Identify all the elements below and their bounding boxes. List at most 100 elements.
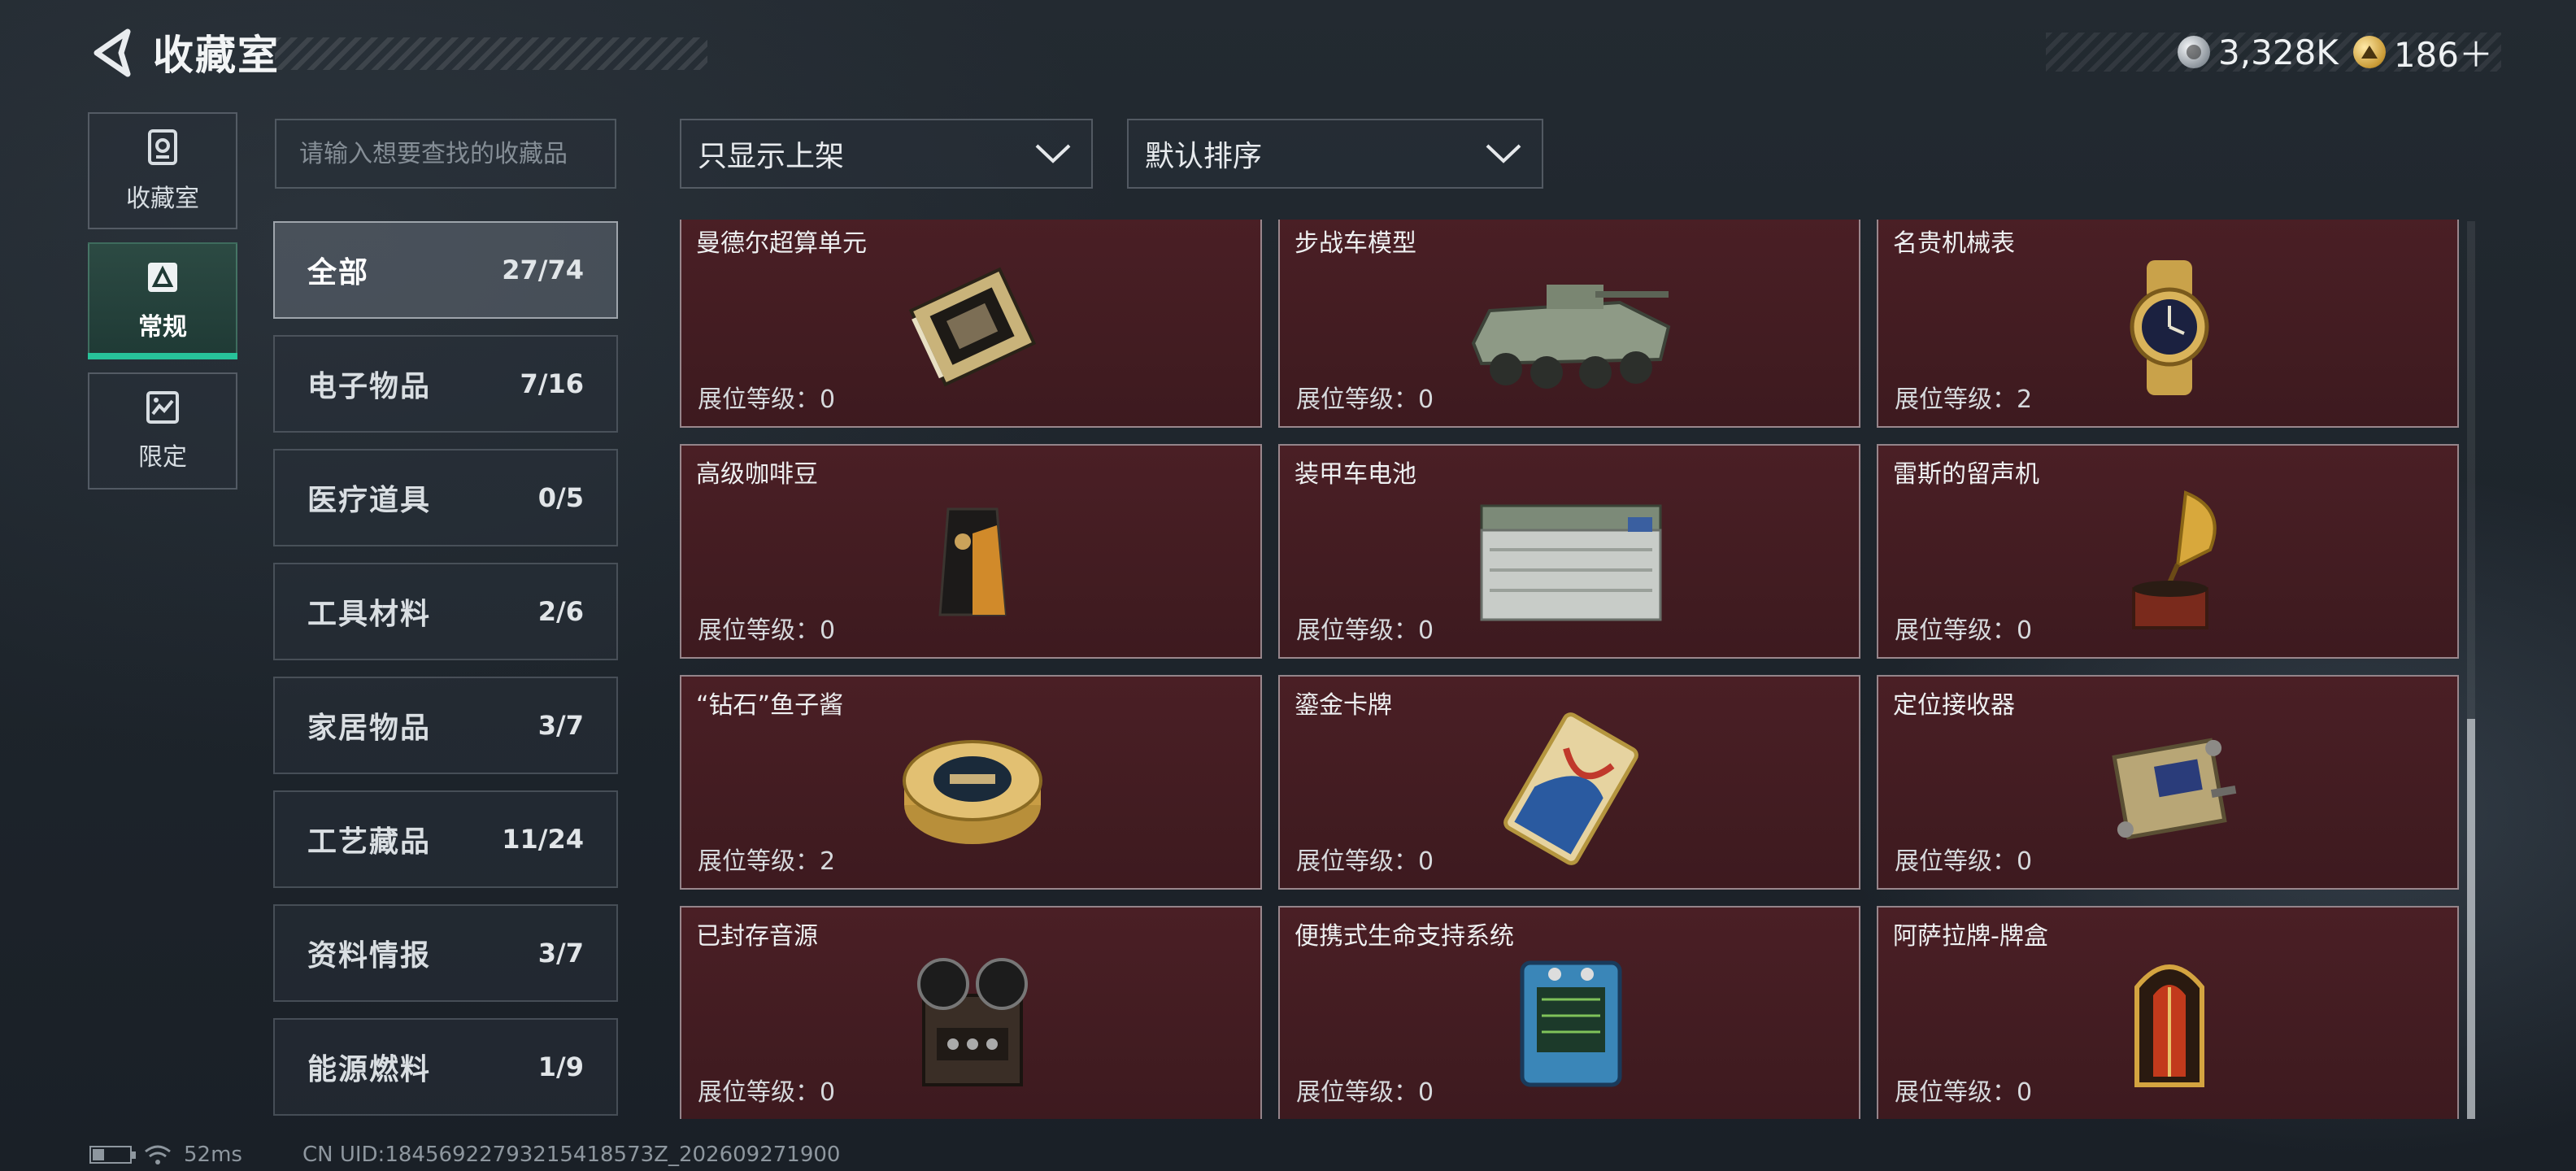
category-count: 0/5: [537, 482, 584, 513]
nav-collection[interactable]: 收藏室: [88, 112, 237, 229]
chevron-down-icon: [1035, 144, 1071, 163]
item-name: 鎏金卡牌: [1295, 691, 1392, 720]
page-header: 收藏室: [153, 24, 707, 80]
category-medical[interactable]: 医疗道具 0/5: [273, 449, 618, 546]
collection-card[interactable]: 高级咖啡豆 展位等级：0: [680, 444, 1262, 659]
collection-card[interactable]: 雷斯的留声机 展位等级：0: [1877, 444, 2459, 659]
grid-scrollbar[interactable]: [2467, 221, 2475, 1119]
category-name: 全部: [307, 256, 370, 289]
category-name: 工具材料: [307, 598, 432, 631]
category-name: 工艺藏品: [307, 825, 432, 859]
search-box[interactable]: [275, 119, 616, 189]
category-count: 27/74: [502, 255, 584, 285]
nav-regular[interactable]: 常规: [88, 242, 237, 359]
booth-level: 展位等级：0: [1296, 1078, 1434, 1107]
item-name: 步战车模型: [1295, 229, 1416, 258]
armored-vehicle-model-icon: [1457, 246, 1685, 408]
booth-level: 展位等级：0: [1895, 847, 2033, 876]
gold-coin-icon: [2352, 36, 2386, 68]
item-name: 装甲车电池: [1295, 460, 1416, 489]
category-crafts[interactable]: 工艺藏品 11/24: [273, 790, 618, 888]
vehicle-battery-icon: [1457, 477, 1685, 639]
category-name: 资料情报: [307, 939, 432, 973]
item-name: 雷斯的留声机: [1893, 460, 2039, 489]
collection-card[interactable]: 装甲车电池 展位等级：0: [1278, 444, 1860, 659]
booth-level: 展位等级：0: [698, 616, 836, 645]
item-name: “钻石”鱼子酱: [696, 691, 844, 720]
category-tools[interactable]: 工具材料 2/6: [273, 563, 618, 660]
shelf-filter-value: 只显示上架: [698, 140, 845, 173]
booth-level: 展位等级：0: [1296, 385, 1434, 414]
category-name: 能源燃料: [307, 1053, 432, 1086]
silver-currency[interactable]: 3,328K: [2178, 33, 2339, 72]
category-count: 7/16: [520, 368, 584, 399]
booth-level: 展位等级：0: [1895, 616, 2033, 645]
item-name: 便携式生命支持系统: [1295, 922, 1514, 951]
collection-card[interactable]: 已封存音源 展位等级：0: [680, 906, 1262, 1119]
category-energy[interactable]: 能源燃料 1/9: [273, 1018, 618, 1116]
category-name: 电子物品: [307, 370, 432, 403]
user-uid: CN UID:18456922793215418573Z_20260927190…: [302, 1143, 841, 1167]
status-bar: 52ms CN UID:18456922793215418573Z_202609…: [89, 1138, 840, 1171]
shelf-filter-dropdown[interactable]: 只显示上架: [680, 119, 1093, 189]
category-all[interactable]: 全部 27/74: [273, 221, 618, 319]
supercomputer-unit-icon: [891, 246, 1054, 408]
collection-card[interactable]: 鎏金卡牌 展位等级：0: [1278, 675, 1860, 890]
collection-card[interactable]: 曼德尔超算单元 展位等级：0: [680, 220, 1262, 428]
category-name: 医疗道具: [307, 484, 432, 517]
booth-level: 展位等级：0: [1296, 616, 1434, 645]
caviar-tin-icon: [891, 707, 1054, 870]
collection-grid: 曼德尔超算单元 展位等级：0 步战车模型 展位等级：0 名贵机械表 展位等级：2…: [680, 220, 2459, 1119]
item-name: 高级咖啡豆: [696, 460, 818, 489]
booth-level: 展位等级：0: [1895, 1078, 2033, 1107]
currency-bar: 3,328K 186＋: [2046, 33, 2501, 75]
booth-level: 展位等级：2: [1895, 385, 2033, 414]
category-intel[interactable]: 资料情报 3/7: [273, 904, 618, 1002]
life-support-icon: [1490, 938, 1652, 1101]
sort-dropdown[interactable]: 默认排序: [1127, 119, 1543, 189]
gold-currency[interactable]: 186＋: [2352, 28, 2493, 77]
category-count: 1/9: [537, 1051, 584, 1082]
category-count: 3/7: [537, 938, 584, 969]
nav-limited[interactable]: 限定: [88, 372, 237, 490]
back-arrow-icon: [94, 28, 131, 77]
category-count: 2/6: [537, 596, 584, 627]
gilded-card-icon: [1490, 707, 1652, 870]
scrollbar-thumb[interactable]: [2467, 719, 2475, 1119]
nav-label: 收藏室: [126, 185, 199, 213]
item-name: 已封存音源: [696, 922, 818, 951]
item-name: 定位接收器: [1893, 691, 2015, 720]
coffee-beans-icon: [891, 477, 1054, 639]
collection-card[interactable]: 便携式生命支持系统 展位等级：0: [1278, 906, 1860, 1119]
battery-icon: [89, 1146, 136, 1164]
gramophone-icon: [2088, 477, 2251, 639]
collection-card[interactable]: 名贵机械表 展位等级：2: [1877, 220, 2459, 428]
wifi-icon: [145, 1145, 171, 1164]
search-input[interactable]: [299, 139, 592, 168]
chevron-down-icon: [1486, 144, 1521, 163]
collection-card[interactable]: 步战车模型 展位等级：0: [1278, 220, 1860, 428]
limited-icon: [146, 391, 179, 424]
item-name: 曼德尔超算单元: [696, 229, 867, 258]
item-name: 阿萨拉牌-牌盒: [1893, 922, 2048, 951]
collection-icon: [148, 129, 177, 165]
nav-label: 常规: [138, 313, 187, 342]
reel-recorder-icon: [891, 938, 1054, 1101]
regular-icon: [148, 263, 177, 292]
side-nav: 收藏室 常规 限定: [88, 112, 237, 503]
collection-card[interactable]: 阿萨拉牌-牌盒 展位等级：0: [1877, 906, 2459, 1119]
silver-amount: 3,328K: [2218, 32, 2339, 72]
collection-card[interactable]: 定位接收器 展位等级：0: [1877, 675, 2459, 890]
category-household[interactable]: 家居物品 3/7: [273, 677, 618, 774]
category-electronics[interactable]: 电子物品 7/16: [273, 335, 618, 433]
page-title: 收藏室: [153, 32, 280, 79]
card-box-icon: [2088, 938, 2251, 1101]
back-button[interactable]: [88, 28, 138, 78]
collection-card[interactable]: “钻石”鱼子酱 展位等级：2: [680, 675, 1262, 890]
category-count: 3/7: [537, 710, 584, 741]
gold-amount: 186＋: [2393, 34, 2493, 75]
nav-label: 限定: [138, 443, 187, 472]
category-list: 全部 27/74 电子物品 7/16 医疗道具 0/5 工具材料 2/6 家居物…: [273, 221, 618, 1132]
item-name: 名贵机械表: [1893, 229, 2015, 258]
category-name: 家居物品: [307, 712, 432, 745]
